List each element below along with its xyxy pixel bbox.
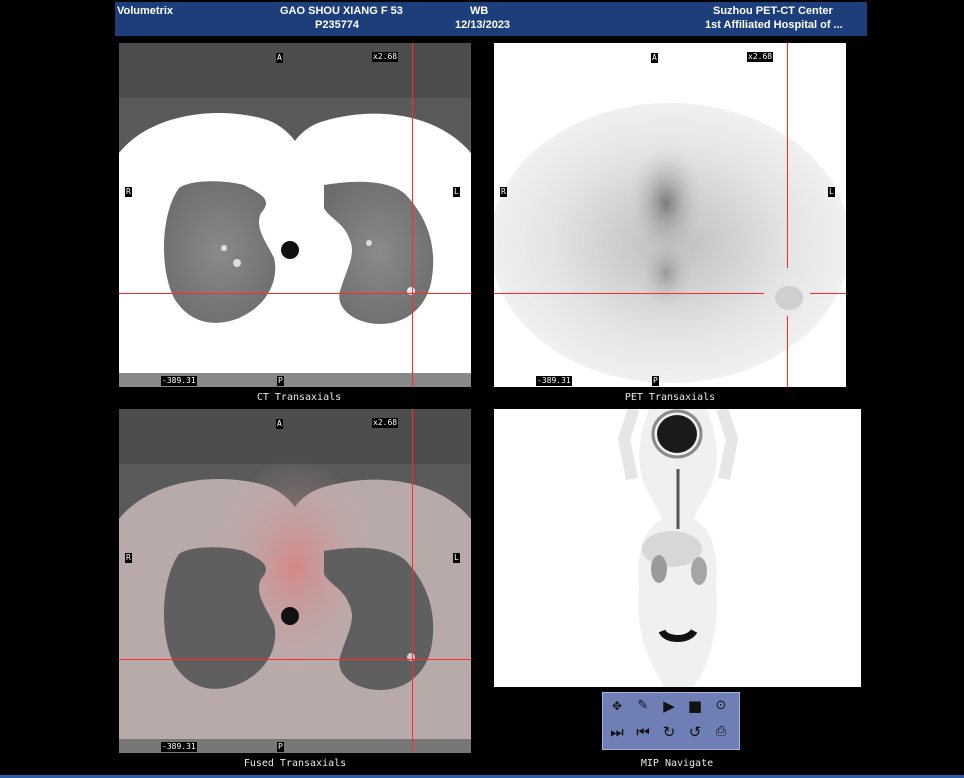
fused-value-label: -389.31 <box>161 742 197 752</box>
ct-orientation-bottom: P <box>277 376 284 386</box>
ct-zoom-label: x2.68 <box>372 52 399 62</box>
patient-id: P235774 <box>315 19 360 31</box>
fused-orientation-top: A <box>276 419 283 429</box>
pet-viewport[interactable]: A x2.68 R L -389.31 P <box>494 43 846 387</box>
mip-image <box>494 409 861 687</box>
pet-crosshair-vertical-top[interactable] <box>787 43 788 268</box>
rotate-left-icon[interactable]: ↺ <box>684 721 706 743</box>
mip-caption: MIP Navigate <box>640 758 714 769</box>
pan-icon[interactable]: ✥ <box>606 695 628 717</box>
fused-zoom-label: x2.68 <box>372 418 399 428</box>
mip-toolbar: ✥ ✎ ▶ ■ ⊙ ⏭ ⏮ ↻ ↺ ⎙ <box>602 692 740 750</box>
pet-crosshair-horizontal-right[interactable] <box>810 293 846 294</box>
fused-crosshair-vertical[interactable] <box>412 409 413 753</box>
ct-crosshair-horizontal[interactable] <box>119 293 471 294</box>
fused-viewport[interactable]: A x2.68 R L -389.31 P <box>119 409 471 753</box>
hospital-name: 1st Affiliated Hospital of ... <box>705 19 843 31</box>
rotate-right-icon[interactable]: ↻ <box>658 721 680 743</box>
fused-caption: Fused Transaxials <box>243 758 347 769</box>
fused-image <box>119 409 471 753</box>
mip-viewport[interactable] <box>494 409 861 687</box>
pet-crosshair-vertical-bottom[interactable] <box>787 316 788 387</box>
pet-crosshair-horizontal-left[interactable] <box>494 293 764 294</box>
ct-orientation-top: A <box>276 53 283 63</box>
snapshot-icon[interactable]: ⎙ <box>710 721 732 743</box>
patient-name: GAO SHOU XIANG F 53 <box>280 5 403 17</box>
pet-image <box>494 43 846 387</box>
pet-orientation-left: R <box>500 187 507 197</box>
ct-image <box>119 43 471 387</box>
study-type: WB <box>470 5 489 17</box>
study-date: 12/13/2023 <box>455 19 511 31</box>
pet-orientation-right: L <box>828 187 835 197</box>
ct-caption: CT Transaxials <box>256 392 342 403</box>
pet-zoom-label: x2.68 <box>747 52 774 62</box>
pet-value-label: -389.31 <box>536 376 572 386</box>
play-icon[interactable]: ▶ <box>658 695 680 717</box>
window-level-icon[interactable]: ✎ <box>632 695 654 717</box>
previous-frame-icon[interactable]: ⏮ <box>632 721 654 743</box>
fused-orientation-bottom: P <box>277 742 284 752</box>
ct-value-label: -389.31 <box>161 376 197 386</box>
pet-orientation-bottom: P <box>652 376 659 386</box>
next-frame-icon[interactable]: ⏭ <box>606 721 628 743</box>
study-header: Volumetrix GAO SHOU XIANG F 53 P235774 W… <box>115 2 867 36</box>
ct-orientation-right: L <box>453 187 460 197</box>
fused-crosshair-horizontal[interactable] <box>119 659 471 660</box>
stop-icon[interactable]: ■ <box>684 695 706 717</box>
target-icon[interactable]: ⊙ <box>710 695 732 717</box>
app-name: Volumetrix <box>117 5 174 17</box>
ct-orientation-left: R <box>125 187 132 197</box>
fused-orientation-right: L <box>453 553 460 563</box>
ct-crosshair-vertical[interactable] <box>412 43 413 387</box>
center-name: Suzhou PET-CT Center <box>713 5 833 17</box>
fused-orientation-left: R <box>125 553 132 563</box>
pet-orientation-top: A <box>651 53 658 63</box>
ct-viewport[interactable]: A x2.68 R L -389.31 P <box>119 43 471 387</box>
pet-caption: PET Transaxials <box>624 392 716 403</box>
